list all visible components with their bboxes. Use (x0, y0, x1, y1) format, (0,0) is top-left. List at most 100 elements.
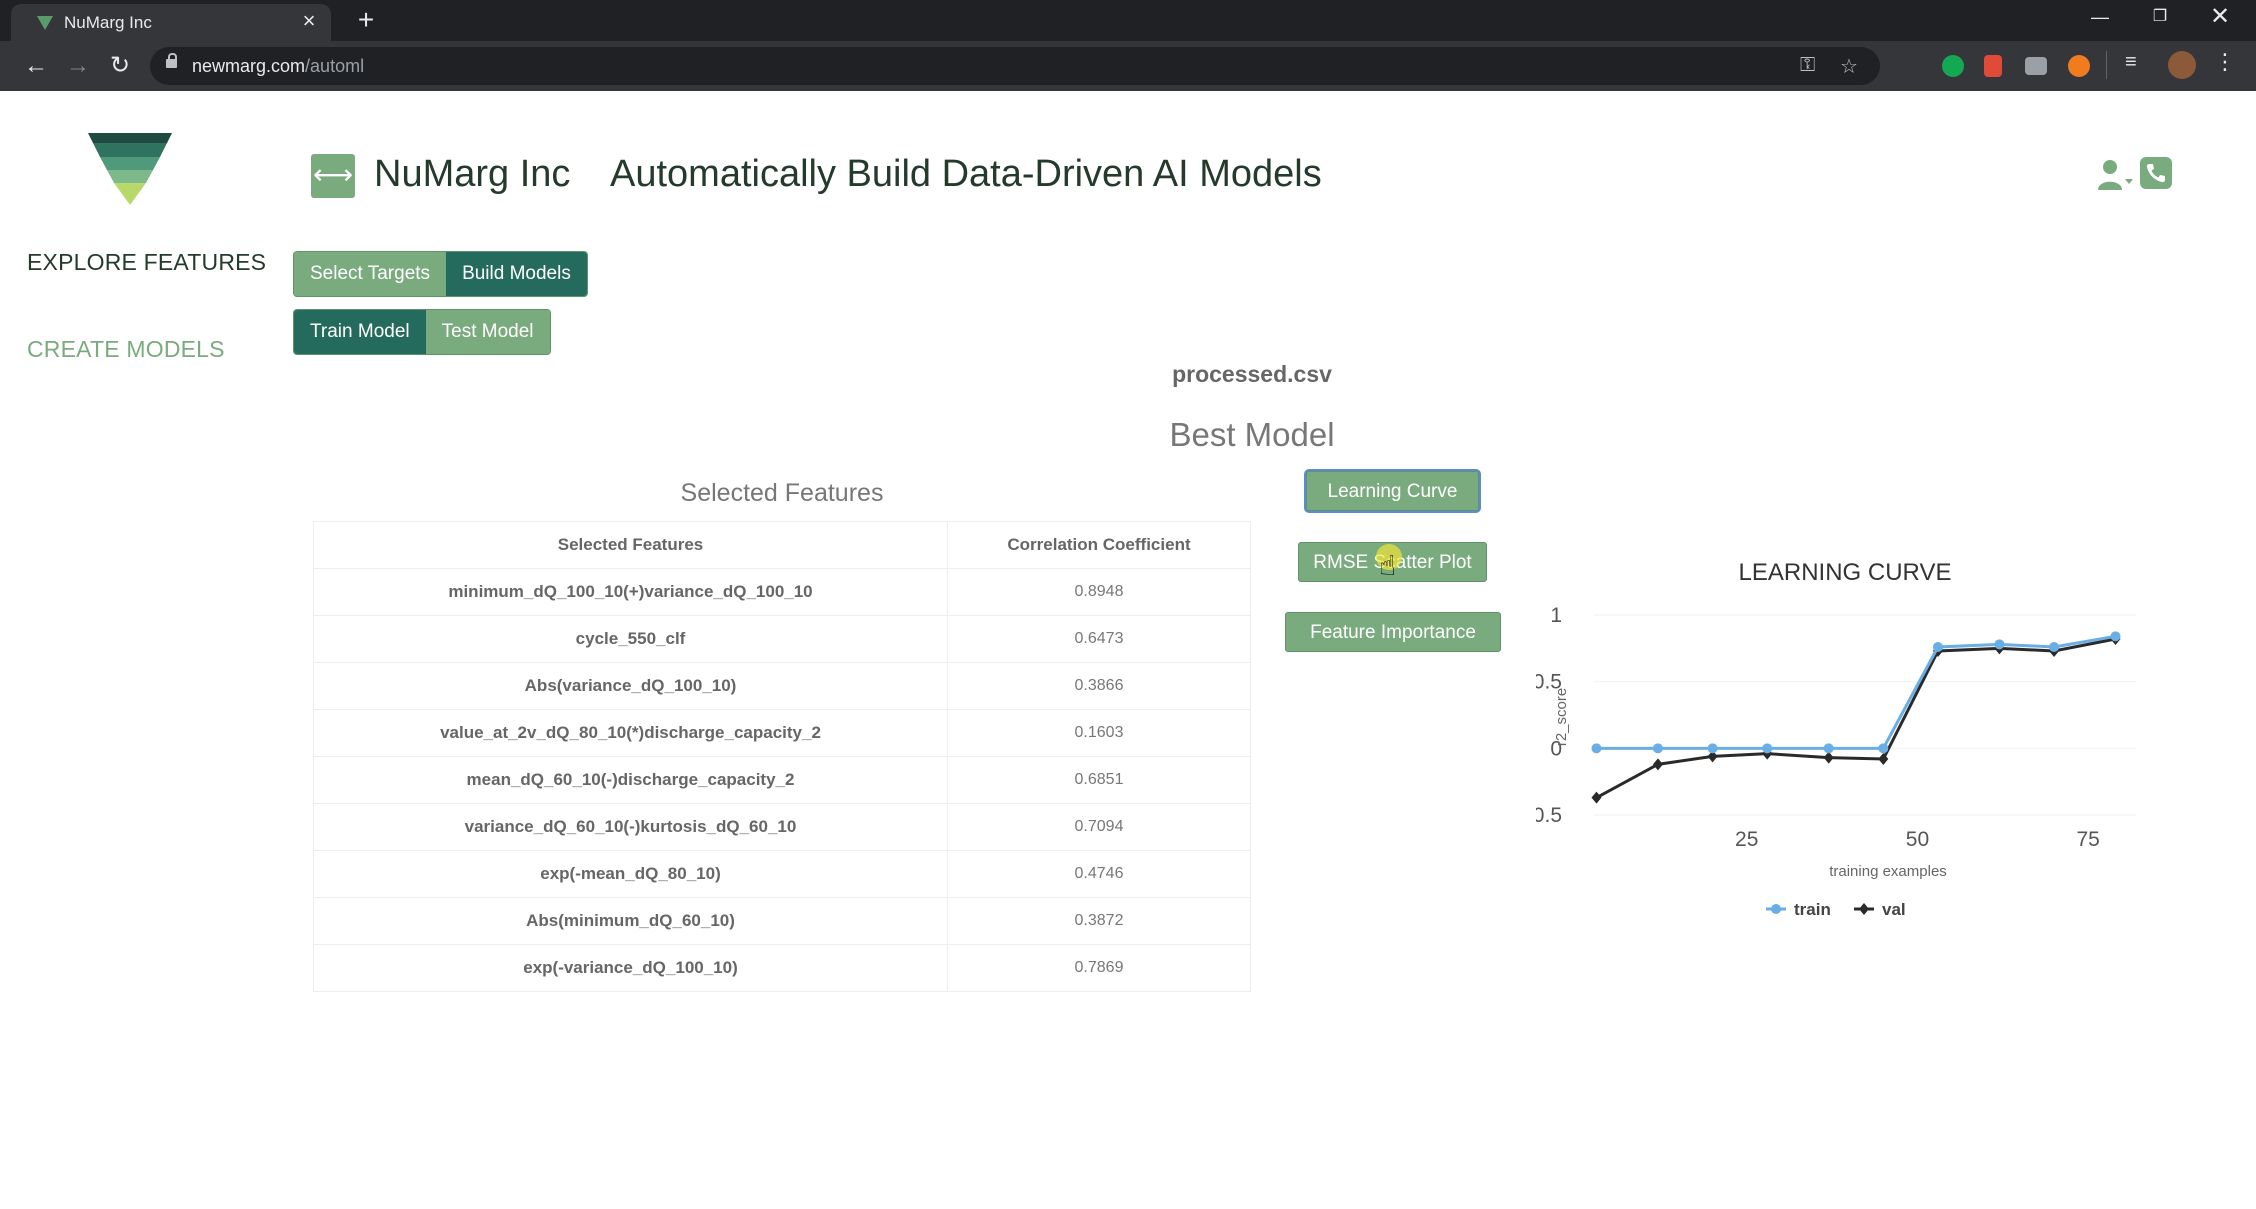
y-axis-label: r2_score (1553, 688, 1570, 746)
table-row: mean_dQ_60_10(-)discharge_capacity_2 0.68… (313, 756, 1251, 804)
table-row: value_at_2v_dQ_80_10(*)discharge_capacit… (313, 709, 1251, 757)
table-row: exp(-variance_dQ_100_10) 0.7869 (313, 944, 1251, 992)
data-point-train (1591, 743, 1602, 754)
browser-menu-icon[interactable]: ⋮ (2214, 49, 2236, 74)
site-favicon-icon (37, 16, 53, 30)
feature-name-cell: Abs(variance_dQ_100_10) (313, 662, 948, 710)
browser-toolbar: ← → ↻ newmarg.com/automl ⚿ ☆ ≡ ⋮ (0, 41, 2256, 91)
y-tick-label: 1 (1550, 604, 1562, 627)
reload-icon[interactable]: ↻ (104, 50, 136, 82)
restore-window-button[interactable]: ❐ (2130, 0, 2190, 36)
data-point-train (2049, 642, 2060, 652)
feature-name-cell: value_at_2v_dQ_80_10(*)discharge_capacit… (313, 709, 948, 757)
browser-tabbar: NuMarg Inc × + — ❐ ✕ (0, 0, 2256, 41)
learning-curve-chart: LEARNING CURVE 10.50-0.5 255075 training… (1536, 559, 2136, 919)
grammarly-extension-icon[interactable] (1942, 55, 1964, 77)
data-point-train (1823, 743, 1834, 754)
tab-title: NuMarg Inc (64, 13, 152, 32)
best-model-heading: Best Model (1169, 416, 1335, 453)
profile-avatar-icon[interactable] (2168, 51, 2196, 79)
coefficient-cell: 0.1603 (947, 709, 1251, 757)
camera-extension-icon[interactable] (2025, 57, 2047, 75)
build-step-tabs: Select Targets Build Models (294, 252, 587, 296)
page-headline: Automatically Build Data-Driven AI Model… (610, 153, 1322, 195)
close-tab-icon[interactable]: × (297, 9, 321, 33)
forward-arrow-icon[interactable]: → (62, 50, 94, 82)
tab-test-model[interactable]: Test Model (425, 310, 550, 354)
tab-train-model[interactable]: Train Model (294, 310, 426, 354)
sidebar-item-explore-features[interactable]: EXPLORE FEATURES (27, 249, 266, 276)
phone-contact-icon[interactable] (2140, 157, 2172, 189)
new-tab-button[interactable]: + (350, 4, 382, 36)
browser-tab[interactable]: NuMarg Inc × (11, 4, 331, 41)
column-header-feature: Selected Features (313, 521, 948, 569)
legend-label-train[interactable]: train (1794, 900, 1831, 919)
legend-marker-val (1859, 903, 1869, 915)
bookmark-star-icon[interactable]: ☆ (1840, 54, 1858, 79)
data-point-train (1762, 743, 1773, 754)
table-row: Abs(minimum_dQ_60_10) 0.3872 (313, 897, 1251, 945)
coefficient-cell: 0.3866 (947, 662, 1251, 710)
data-point-train (1994, 639, 2005, 650)
series-line-train (1596, 634, 2116, 750)
coefficient-cell: 0.7869 (947, 944, 1251, 992)
feature-name-cell: variance_dQ_60_10(-)kurtosis_dQ_60_10 (313, 803, 948, 851)
sidebar-toggle-button[interactable]: ⟷ (311, 154, 355, 198)
legend-marker-train (1771, 904, 1781, 914)
feature-name-cell: minimum_dQ_100_10(+)variance_dQ_100_10 (313, 568, 948, 616)
lock-icon (166, 53, 177, 68)
media-queue-icon[interactable]: ≡ (2125, 51, 2147, 73)
feature-importance-button[interactable]: Feature Importance (1285, 612, 1501, 652)
table-row: variance_dQ_60_10(-)kurtosis_dQ_60_10 0.7… (313, 803, 1251, 851)
toolbar-divider (2106, 51, 2107, 79)
fire-extension-icon[interactable] (2068, 55, 2090, 77)
legend-label-val[interactable]: val (1882, 900, 1906, 919)
bookmark-extension-icon[interactable] (1984, 55, 2002, 77)
data-point-train (1878, 743, 1889, 754)
minimize-window-button[interactable]: — (2070, 0, 2130, 36)
coefficient-cell: 0.3872 (947, 897, 1251, 945)
url-text[interactable]: newmarg.com/automl (192, 56, 364, 77)
data-point-val (1591, 791, 1602, 804)
coefficient-cell: 0.4746 (947, 850, 1251, 898)
data-point-val (1652, 758, 1663, 771)
data-point-train (1707, 743, 1718, 754)
data-point-train (2110, 631, 2121, 642)
chart-title: LEARNING CURVE (1739, 559, 1952, 586)
x-tick-label: 75 (2077, 828, 2100, 851)
dataset-filename: processed.csv (1172, 361, 1332, 387)
feature-name-cell: mean_dQ_60_10(-)discharge_capacity_2 (313, 756, 948, 804)
app-page: EXPLORE FEATURES CREATE MODELS ⟷ NuMarg … (0, 91, 2256, 1209)
key-icon[interactable]: ⚿ (1800, 54, 1815, 77)
user-account-icon[interactable] (2098, 159, 2134, 191)
coefficient-cell: 0.8948 (947, 568, 1251, 616)
table-row: Abs(variance_dQ_100_10) 0.3866 (313, 662, 1251, 710)
coefficient-cell: 0.6473 (947, 615, 1251, 663)
sidebar-item-create-models[interactable]: CREATE MODELS (27, 336, 225, 363)
pointer-hand-icon: ☝ (1379, 550, 1397, 581)
tab-select-targets[interactable]: Select Targets (294, 252, 447, 296)
close-window-button[interactable]: ✕ (2190, 0, 2250, 36)
feature-name-cell: exp(-mean_dQ_80_10) (313, 850, 948, 898)
address-bar[interactable]: newmarg.com/automl ⚿ ☆ (150, 47, 1880, 85)
selected-features-table: Selected Features Correlation Coefficien… (313, 521, 1251, 992)
x-axis-label: training examples (1829, 863, 1947, 880)
x-tick-label: 50 (1906, 828, 1929, 851)
back-arrow-icon[interactable]: ← (20, 50, 52, 82)
data-point-train (1652, 743, 1663, 754)
column-header-coefficient: Correlation Coefficient (947, 521, 1251, 569)
tab-build-models[interactable]: Build Models (446, 252, 587, 296)
data-point-val (1823, 751, 1834, 764)
feature-name-cell: exp(-variance_dQ_100_10) (313, 944, 948, 992)
feature-name-cell: cycle_550_clf (313, 615, 948, 663)
table-header-row: Selected Features Correlation Coefficien… (313, 521, 1251, 569)
numarg-logo-icon (88, 133, 172, 205)
brand-name: NuMarg Inc (374, 153, 571, 195)
coefficient-cell: 0.7094 (947, 803, 1251, 851)
learning-curve-button[interactable]: Learning Curve (1306, 471, 1479, 511)
y-tick-label: -0.5 (1536, 804, 1562, 827)
data-point-train (1932, 642, 1943, 652)
selected-features-title: Selected Features (680, 479, 884, 507)
table-row: cycle_550_clf 0.6473 (313, 615, 1251, 663)
x-tick-label: 25 (1735, 828, 1758, 851)
